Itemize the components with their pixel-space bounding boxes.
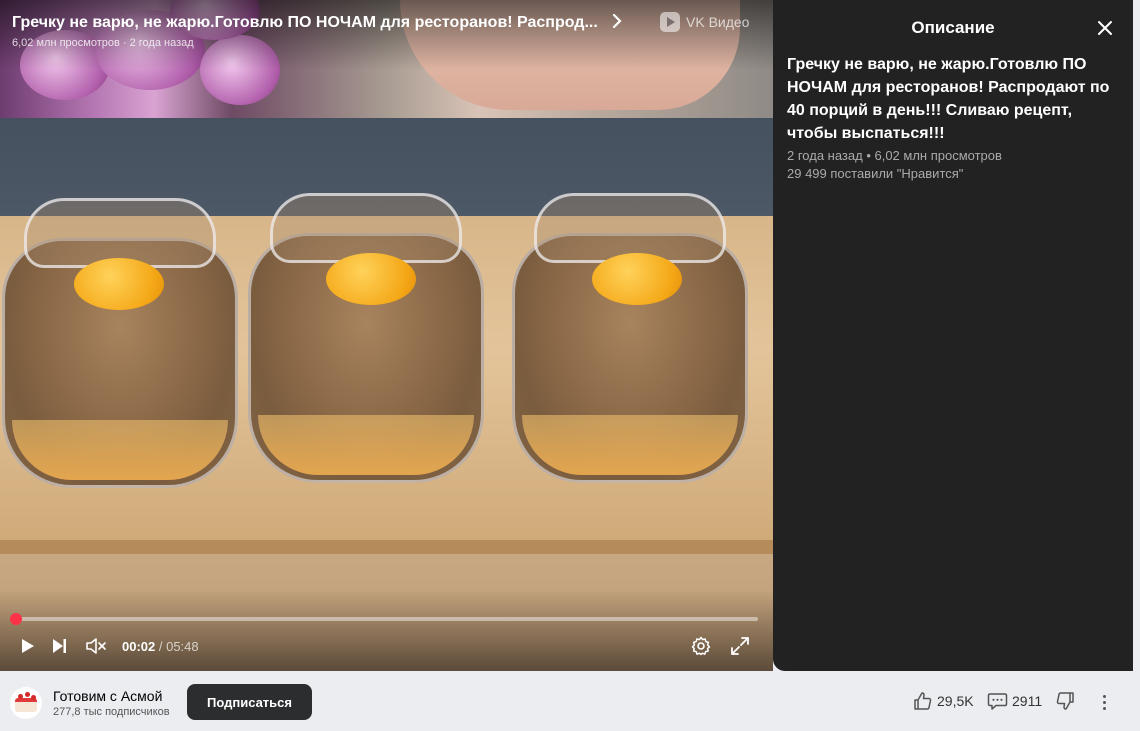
thumbs-up-icon <box>914 692 932 710</box>
like-button[interactable]: 29,5K <box>913 691 974 711</box>
comment-button[interactable]: 2911 <box>987 691 1042 711</box>
subscriber-count: 277,8 тыс подписчиков <box>53 706 170 718</box>
description-date-views: 2 года назад • 6,02 млн просмотров <box>787 148 1002 163</box>
time-total: 05:48 <box>166 639 199 654</box>
thumbs-down-icon <box>1056 692 1074 710</box>
brand-label: VK Видео <box>686 14 750 30</box>
upload-age: 2 года назад <box>129 37 194 49</box>
channel-name[interactable]: Готовим с Асмой <box>53 688 162 704</box>
video-meta: 6,02 млн просмотров · 2 года назад <box>12 37 194 49</box>
time-display: 00:02 / 05:48 <box>122 639 199 654</box>
close-icon <box>1098 21 1112 35</box>
fullscreen-button[interactable] <box>728 634 752 658</box>
video-player[interactable]: Гречку не варю, не жарю.Готовлю ПО НОЧАМ… <box>0 0 773 671</box>
video-frame <box>0 0 773 671</box>
time-separator: / <box>155 639 167 654</box>
time-current: 00:02 <box>122 639 156 654</box>
chevron-right-icon <box>612 12 622 33</box>
more-vertical-icon <box>1102 694 1106 698</box>
panel-title: Описание <box>911 18 995 37</box>
description-likes: 29 499 поставили "Нравится" <box>787 166 964 181</box>
jar <box>2 198 238 488</box>
muted-speaker-icon <box>86 638 106 654</box>
vk-video-brand[interactable]: VK Видео <box>660 12 749 32</box>
settings-button[interactable] <box>689 634 713 658</box>
play-button[interactable] <box>15 634 39 658</box>
description-panel: Описание Гречку не варю, не жарю.Готовлю… <box>773 0 1133 671</box>
play-icon <box>22 639 34 653</box>
jar <box>512 193 748 483</box>
next-button[interactable] <box>47 634 71 658</box>
fullscreen-icon <box>731 637 749 655</box>
vk-video-logo-icon <box>660 12 680 32</box>
dislike-button[interactable] <box>1055 691 1075 711</box>
description-meta: 2 года назад • 6,02 млн просмотров 29 49… <box>787 147 1123 183</box>
avatar[interactable] <box>10 687 42 719</box>
more-options-button[interactable] <box>1094 691 1114 713</box>
like-count: 29,5K <box>937 693 974 709</box>
meta-separator: · <box>119 37 130 49</box>
video-title: Гречку не варю, не жарю.Готовлю ПО НОЧАМ… <box>12 13 598 31</box>
comment-icon <box>987 693 1008 710</box>
next-icon <box>53 639 66 653</box>
close-button[interactable] <box>1095 18 1115 38</box>
description-title: Гречку не варю, не жарю.Готовлю ПО НОЧАМ… <box>787 56 1110 142</box>
comment-count: 2911 <box>1012 693 1043 709</box>
mute-button[interactable] <box>84 634 108 658</box>
progress-bar[interactable] <box>10 613 758 625</box>
views-count: 6,02 млн просмотров <box>12 37 120 49</box>
jar <box>248 193 484 483</box>
subscribe-button[interactable]: Подписаться <box>187 684 312 720</box>
video-title-link[interactable]: Гречку не варю, не жарю.Готовлю ПО НОЧАМ… <box>12 12 622 33</box>
gear-icon <box>691 636 711 656</box>
